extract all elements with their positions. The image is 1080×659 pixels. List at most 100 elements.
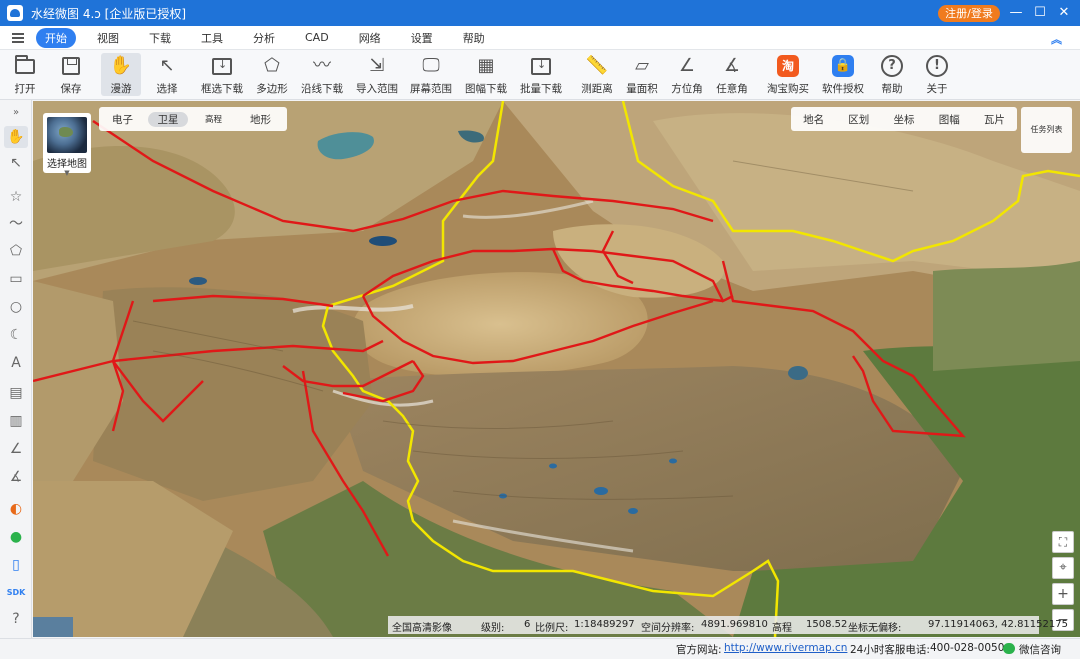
layer-tiles[interactable]: 瓦片 — [972, 112, 1017, 127]
help-button[interactable]: ? 帮助 — [877, 53, 907, 96]
azimuth-button[interactable]: ∠ 方位角 — [670, 53, 704, 96]
taobao-buy-label: 淘宝购买 — [767, 83, 809, 95]
box-download-label: 框选下载 — [201, 83, 243, 95]
any-angle-button[interactable]: ∡ 任意角 — [715, 53, 749, 96]
sheet-download-label: 图幅下载 — [465, 83, 507, 95]
polygon-button[interactable]: ⬠ 多边形 — [255, 53, 289, 96]
chevron-down-icon: ▼ — [64, 169, 70, 177]
azimuth-icon: ∠ — [678, 55, 696, 76]
menu-tab-start[interactable]: 开始 — [36, 27, 76, 48]
layer-sheets[interactable]: 图幅 — [927, 112, 972, 127]
text-tool-icon[interactable]: A — [4, 352, 28, 374]
measure-area-label: 量面积 — [626, 83, 658, 95]
map-type-electronic[interactable]: 电子 — [99, 112, 146, 127]
menu-tab-help[interactable]: 帮助 — [454, 28, 494, 48]
website-link[interactable]: http://www.rivermap.cn — [724, 642, 847, 654]
azimuth-tool-icon[interactable]: ∠ — [4, 438, 28, 460]
software-license-button[interactable]: 🔒 软件授权 — [821, 53, 865, 96]
scale-value: 1:18489297 — [574, 619, 635, 630]
angle-icon: ∡ — [723, 55, 741, 76]
layer-toggle-bar: 地名 区划 坐标 图幅 瓦片 — [791, 107, 1017, 131]
minimize-icon[interactable]: — — [1006, 4, 1026, 22]
wechat-consult-link[interactable]: 微信咨询 — [1019, 642, 1061, 657]
area-tool-icon[interactable]: ▥ — [4, 410, 28, 432]
menu-tab-download[interactable]: 下载 — [140, 28, 180, 48]
open-button[interactable]: 打开 — [10, 53, 40, 96]
imagery-source: 全国高清影像 — [392, 623, 452, 634]
login-button[interactable]: 注册/登录 — [938, 5, 1000, 22]
fullscreen-icon[interactable]: ⛶ — [1052, 531, 1074, 553]
menu-tab-view[interactable]: 视图 — [88, 28, 128, 48]
sector-tool-icon[interactable]: ☾ — [4, 324, 28, 346]
layer-coordinates[interactable]: 坐标 — [881, 112, 926, 127]
pan-button[interactable]: ✋ 漫游 — [101, 53, 141, 96]
layer-districts[interactable]: 区划 — [836, 112, 881, 127]
menu-tab-settings[interactable]: 设置 — [402, 28, 442, 48]
level-label: 级别: — [481, 623, 505, 634]
offset-label: 坐标无偏移: — [848, 623, 902, 634]
hamburger-menu-icon[interactable] — [12, 32, 24, 43]
circle-tool-icon[interactable]: ○ — [4, 296, 28, 318]
polygon-icon: ⬠ — [264, 55, 280, 76]
locate-icon[interactable]: ⌖ — [1052, 557, 1074, 579]
azimuth-label: 方位角 — [671, 83, 703, 95]
angle-tool-icon[interactable]: ∡ — [4, 466, 28, 488]
about-button[interactable]: ! 关于 — [922, 53, 952, 96]
question-icon: ? — [881, 55, 903, 77]
zoom-in-button[interactable]: + — [1052, 583, 1074, 605]
batch-download-label: 批量下载 — [520, 83, 562, 95]
plugin-icon[interactable]: ◐ — [4, 498, 28, 520]
import-icon: ⇲ — [369, 55, 385, 76]
expand-panel-icon[interactable]: » — [4, 102, 28, 124]
menu-tab-network[interactable]: 网络 — [350, 28, 390, 48]
hand-icon: ✋ — [109, 55, 133, 76]
map-type-satellite[interactable]: 卫星 — [148, 111, 188, 127]
ribbon-toolbar: 打开 保存 ✋ 漫游 ↖ 选择 框选下载 ⬠ 多边形 〰 沿线下载 ⇲ 导入范围… — [0, 50, 1080, 100]
help-label: 帮助 — [881, 83, 903, 95]
menu-tab-cad[interactable]: CAD — [296, 29, 338, 46]
satellite-imagery — [33, 101, 1080, 637]
pointer-tool-icon[interactable]: ↖ — [4, 152, 28, 174]
polyline-icon: 〰 — [313, 55, 331, 76]
sheet-download-button[interactable]: ▦ 图幅下载 — [464, 53, 508, 96]
map-type-elevation[interactable]: 高程 — [190, 113, 237, 125]
map-source-selector[interactable]: 选择地图 ▼ — [43, 113, 91, 177]
map-view[interactable]: 选择地图 ▼ 电子 卫星 高程 地形 地名 区划 坐标 图幅 瓦片 任务列表 ⛶… — [33, 101, 1080, 637]
measure-distance-label: 测距离 — [581, 83, 613, 95]
menu-tab-tools[interactable]: 工具 — [192, 28, 232, 48]
line-tool-icon[interactable]: 〜 — [4, 213, 28, 235]
polygon-tool-icon[interactable]: ⬠ — [4, 240, 28, 262]
line-download-button[interactable]: 〰 沿线下载 — [300, 53, 344, 96]
scale-label: 比例尺: — [535, 623, 569, 634]
close-icon[interactable]: ✕ — [1054, 4, 1074, 22]
folder-icon — [15, 54, 35, 74]
marker-tool-icon[interactable]: ☆ — [4, 186, 28, 208]
map-type-switcher: 电子 卫星 高程 地形 — [99, 107, 287, 131]
map-type-terrain[interactable]: 地形 — [237, 112, 284, 127]
sdk-icon[interactable]: SDK — [4, 582, 28, 604]
help-circle-icon[interactable]: ? — [4, 608, 28, 630]
info-icon: ! — [926, 55, 948, 77]
hand-tool-icon[interactable]: ✋ — [4, 126, 28, 148]
mobile-icon[interactable]: ▯ — [4, 554, 28, 576]
ruler-tool-icon[interactable]: ▤ — [4, 382, 28, 404]
box-download-button[interactable]: 框选下载 — [200, 53, 244, 96]
collapse-ribbon-icon[interactable]: ︽ — [1051, 31, 1062, 47]
select-button[interactable]: ↖ 选择 — [152, 53, 182, 96]
maximize-icon[interactable]: ☐ — [1030, 4, 1050, 22]
layer-place-names[interactable]: 地名 — [791, 112, 836, 127]
batch-download-button[interactable]: 批量下载 — [519, 53, 563, 96]
save-icon — [62, 57, 80, 75]
task-list-button[interactable]: 任务列表 — [1021, 107, 1072, 153]
monitor-icon: 🖵 — [422, 55, 440, 76]
rectangle-tool-icon[interactable]: ▭ — [4, 268, 28, 290]
grid-icon: ▦ — [477, 55, 495, 76]
taobao-buy-button[interactable]: 淘 淘宝购买 — [766, 53, 810, 96]
save-button[interactable]: 保存 — [56, 53, 86, 96]
measure-distance-button[interactable]: 📏 测距离 — [580, 53, 614, 96]
screen-range-button[interactable]: 🖵 屏幕范围 — [409, 53, 453, 96]
import-range-button[interactable]: ⇲ 导入范围 — [355, 53, 399, 96]
measure-area-button[interactable]: ▱ 量面积 — [625, 53, 659, 96]
menu-tab-analysis[interactable]: 分析 — [244, 28, 284, 48]
contact-icon[interactable]: ● — [4, 526, 28, 548]
